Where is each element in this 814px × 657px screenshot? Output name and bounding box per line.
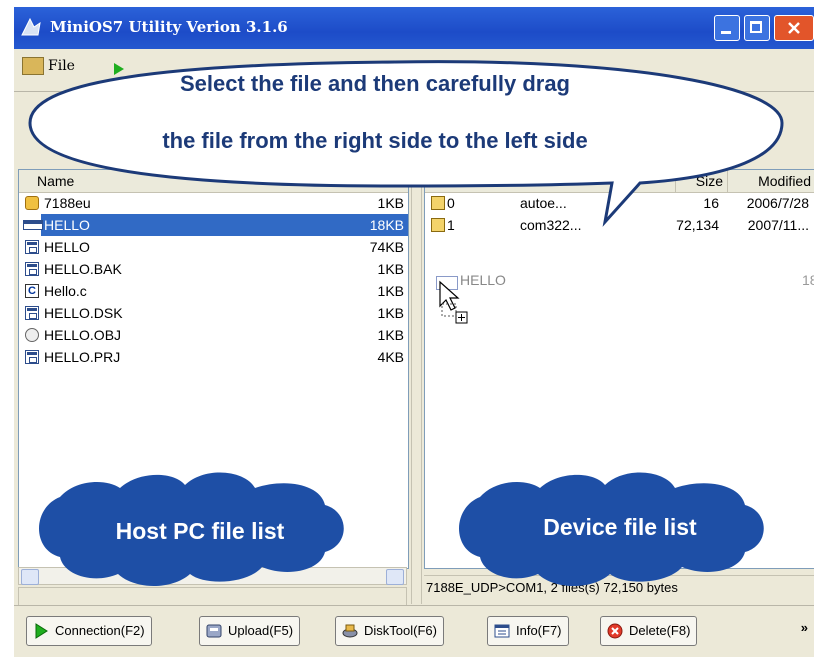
annotation-overlay — [28, 60, 784, 586]
host-file-list-label: Host PC file list — [115, 518, 285, 544]
callout-line-1: Select the file and then carefully drag — [180, 71, 570, 96]
device-file-list-label: Device file list — [543, 514, 697, 540]
callout-line-2: the file from the right side to the left… — [162, 128, 588, 153]
